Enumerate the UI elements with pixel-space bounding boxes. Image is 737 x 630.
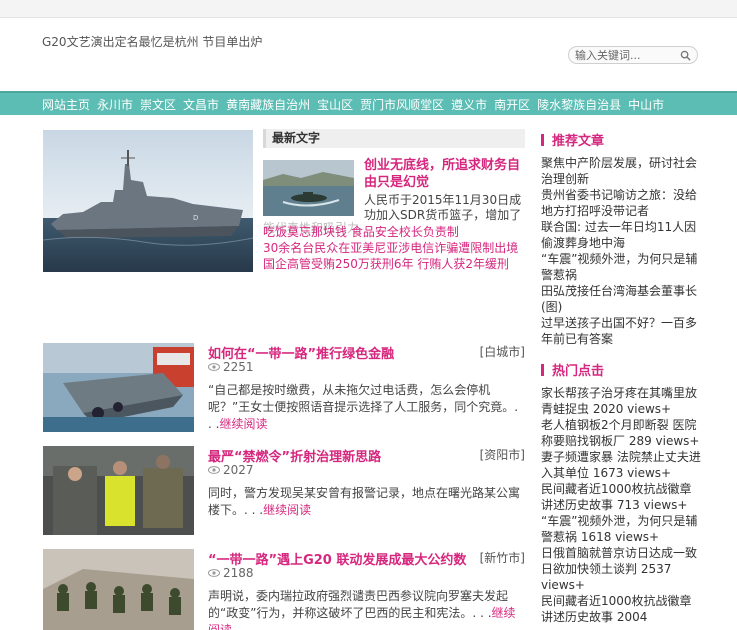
- header-slogan[interactable]: G20文艺演出定名最忆是杭州 节目单出炉: [42, 33, 262, 50]
- hot-link[interactable]: 民间藏者近1000枚抗战徽章讲述历史故事 713 views+: [541, 481, 701, 513]
- sidebar-recommend: 推荐文章 聚焦中产阶层发展，研讨社会治理创新 贵州省委书记喻访之旅：没给地方打招呼…: [541, 130, 701, 347]
- excerpt-text: 声明说，委内瑞拉政府强烈谴责巴西参议院向罗塞夫发起的“政变”行为，并称这破坏了巴…: [208, 589, 509, 620]
- recommend-link[interactable]: 聚焦中产阶层发展，研讨社会治理创新: [541, 155, 701, 187]
- recommend-list: 聚焦中产阶层发展，研讨社会治理创新 贵州省委书记喻访之旅：没给地方打招呼没带记者联…: [541, 155, 701, 347]
- latest-feature-title[interactable]: 创业无底线，所追求财务自由只是幻觉: [364, 157, 524, 191]
- article-item: “一带一路”遇上G20 联动发展成最大公约数 [新竹市] 2188 声明说，委内…: [43, 549, 525, 630]
- latest-link[interactable]: 国企高管受贿250万获刑6年 行贿人获2年缓刑: [263, 256, 525, 272]
- nav-item[interactable]: 南开区: [494, 96, 530, 113]
- article-category[interactable]: [新竹市]: [480, 549, 525, 566]
- hot-link[interactable]: 老人植钢板2个月即断裂 医院称要赔找钢板厂 289 views+: [541, 417, 701, 449]
- hot-heading-label: 热门点击: [552, 364, 605, 379]
- read-more-link[interactable]: 继续阅读: [263, 503, 311, 517]
- article-thumbnail[interactable]: [43, 343, 194, 432]
- article-thumbnail[interactable]: [43, 446, 194, 535]
- heading-marker: [541, 133, 544, 146]
- nav-item[interactable]: 宝山区: [317, 96, 353, 113]
- view-count: 2027: [223, 463, 254, 477]
- nav-item[interactable]: 遵义市: [451, 96, 487, 113]
- hot-link[interactable]: “车震”视频外泄，为何只是辅警惹祸 1618 views+: [541, 513, 701, 545]
- eye-icon: [208, 466, 220, 474]
- view-count: 2251: [223, 360, 254, 374]
- article-views: 2188: [208, 566, 254, 580]
- read-more-link[interactable]: 继续阅读: [219, 417, 267, 431]
- eye-icon: [208, 363, 220, 371]
- search-input[interactable]: [569, 47, 675, 63]
- latest-links-list: 吃饭莫忘那块钱 食品安全校长负责制 30余名台民众在亚美尼亚涉电信诈骗遭限制出境国…: [263, 224, 525, 272]
- article-category[interactable]: [资阳市]: [480, 446, 525, 463]
- sidebar-hot: 热门点击 家长帮孩子治牙疼在其嘴里放青蛙捉虫 2020 views+ 老人植钢板2…: [541, 360, 701, 625]
- search-box[interactable]: [568, 46, 698, 64]
- recommend-link[interactable]: “车震”视频外泄，为何只是辅警惹祸: [541, 251, 701, 283]
- recommend-link[interactable]: 田弘茂接任台湾海基会董事长(图): [541, 283, 701, 315]
- search-icon[interactable]: [680, 50, 691, 61]
- hot-link[interactable]: 家长帮孩子治牙疼在其嘴里放青蛙捉虫 2020 views+: [541, 385, 701, 417]
- view-count: 2188: [223, 566, 254, 580]
- article-views: 2251: [208, 360, 254, 374]
- hot-heading: 热门点击: [541, 360, 701, 379]
- latest-feature-image[interactable]: [263, 160, 354, 216]
- hot-link[interactable]: 妻子频遭家暴 法院禁止丈夫进入其单位 1673 views+: [541, 449, 701, 481]
- nav-item[interactable]: 崇文区: [140, 96, 176, 113]
- excerpt-text: 同时，警方发现吴某安曾有报警记录，地点在曙光路某公寓楼下。. . .: [208, 486, 521, 517]
- recommend-heading: 推荐文章: [541, 130, 701, 149]
- eye-icon: [208, 569, 220, 577]
- nav-item[interactable]: 中山市: [628, 96, 664, 113]
- hot-link[interactable]: 日俄首脑就普京访日达成一致日欲加快领土谈判 2537 views+: [541, 545, 701, 593]
- article-item: 最严“禁燃令”折射治理新思路 [资阳市] 2027 同时，警方发现吴某安曾有报警…: [43, 446, 525, 536]
- article-category[interactable]: [白城市]: [480, 343, 525, 360]
- article-item: 如何在“一带一路”推行绿色金融 [白城市] 2251 “自己都是按时缴费，从未拖…: [43, 343, 525, 433]
- article-views: 2027: [208, 463, 254, 477]
- nav-item[interactable]: 网站主页: [42, 96, 90, 113]
- svg-text:D: D: [193, 214, 198, 222]
- recommend-heading-label: 推荐文章: [552, 134, 605, 149]
- article-excerpt: 声明说，委内瑞拉政府强烈谴责巴西参议院向罗塞夫发起的“政变”行为，并称这破坏了巴…: [208, 588, 525, 630]
- article-thumbnail[interactable]: [43, 549, 194, 630]
- recommend-link[interactable]: 贵州省委书记喻访之旅：没给地方打招呼没带记者: [541, 187, 701, 219]
- article-excerpt: “自己都是按时缴费，从未拖欠过电话费，怎么会停机呢？”王女士便按照语音提示选择了…: [208, 382, 525, 433]
- recommend-link[interactable]: 联合国: 过去一年日均11人因偷渡葬身地中海: [541, 219, 701, 251]
- nav-item[interactable]: 永川市: [97, 96, 133, 113]
- heading-marker: [541, 363, 544, 376]
- nav-item[interactable]: 陵水黎族自治县: [537, 96, 621, 113]
- article-excerpt: 同时，警方发现吴某安曾有报警记录，地点在曙光路某公寓楼下。. . .继续阅读: [208, 485, 525, 519]
- latest-heading: 最新文字: [263, 129, 525, 148]
- recommend-link[interactable]: 过早送孩子出国不好？一百多年前已有答案: [541, 315, 701, 347]
- latest-feature-summary: 人民币于2015年11月30日成功加入SDR货币篮子，增加了SDR: [364, 193, 522, 222]
- latest-link[interactable]: 30余名台民众在亚美尼亚涉电信诈骗遭限制出境: [263, 240, 525, 256]
- hot-link[interactable]: 民间藏者近1000枚抗战徽章讲述历史故事 2004: [541, 593, 701, 625]
- top-strip: [0, 0, 737, 18]
- main-nav: 网站主页 永川市 崇文区 文昌市 黄南藏族自治州 宝山区 贾门市风顺堂区 遵义市 南开区 陵水黎族…: [0, 91, 737, 115]
- hot-list: 家长帮孩子治牙疼在其嘴里放青蛙捉虫 2020 views+ 老人植钢板2个月即断裂…: [541, 385, 701, 625]
- nav-item[interactable]: 文昌市: [183, 96, 219, 113]
- nav-item[interactable]: 黄南藏族自治州: [226, 96, 310, 113]
- latest-link[interactable]: 吃饭莫忘那块钱 食品安全校长负责制: [263, 224, 525, 240]
- hero-warship-image[interactable]: D: [43, 130, 253, 272]
- nav-item[interactable]: 贾门市风顺堂区: [360, 96, 444, 113]
